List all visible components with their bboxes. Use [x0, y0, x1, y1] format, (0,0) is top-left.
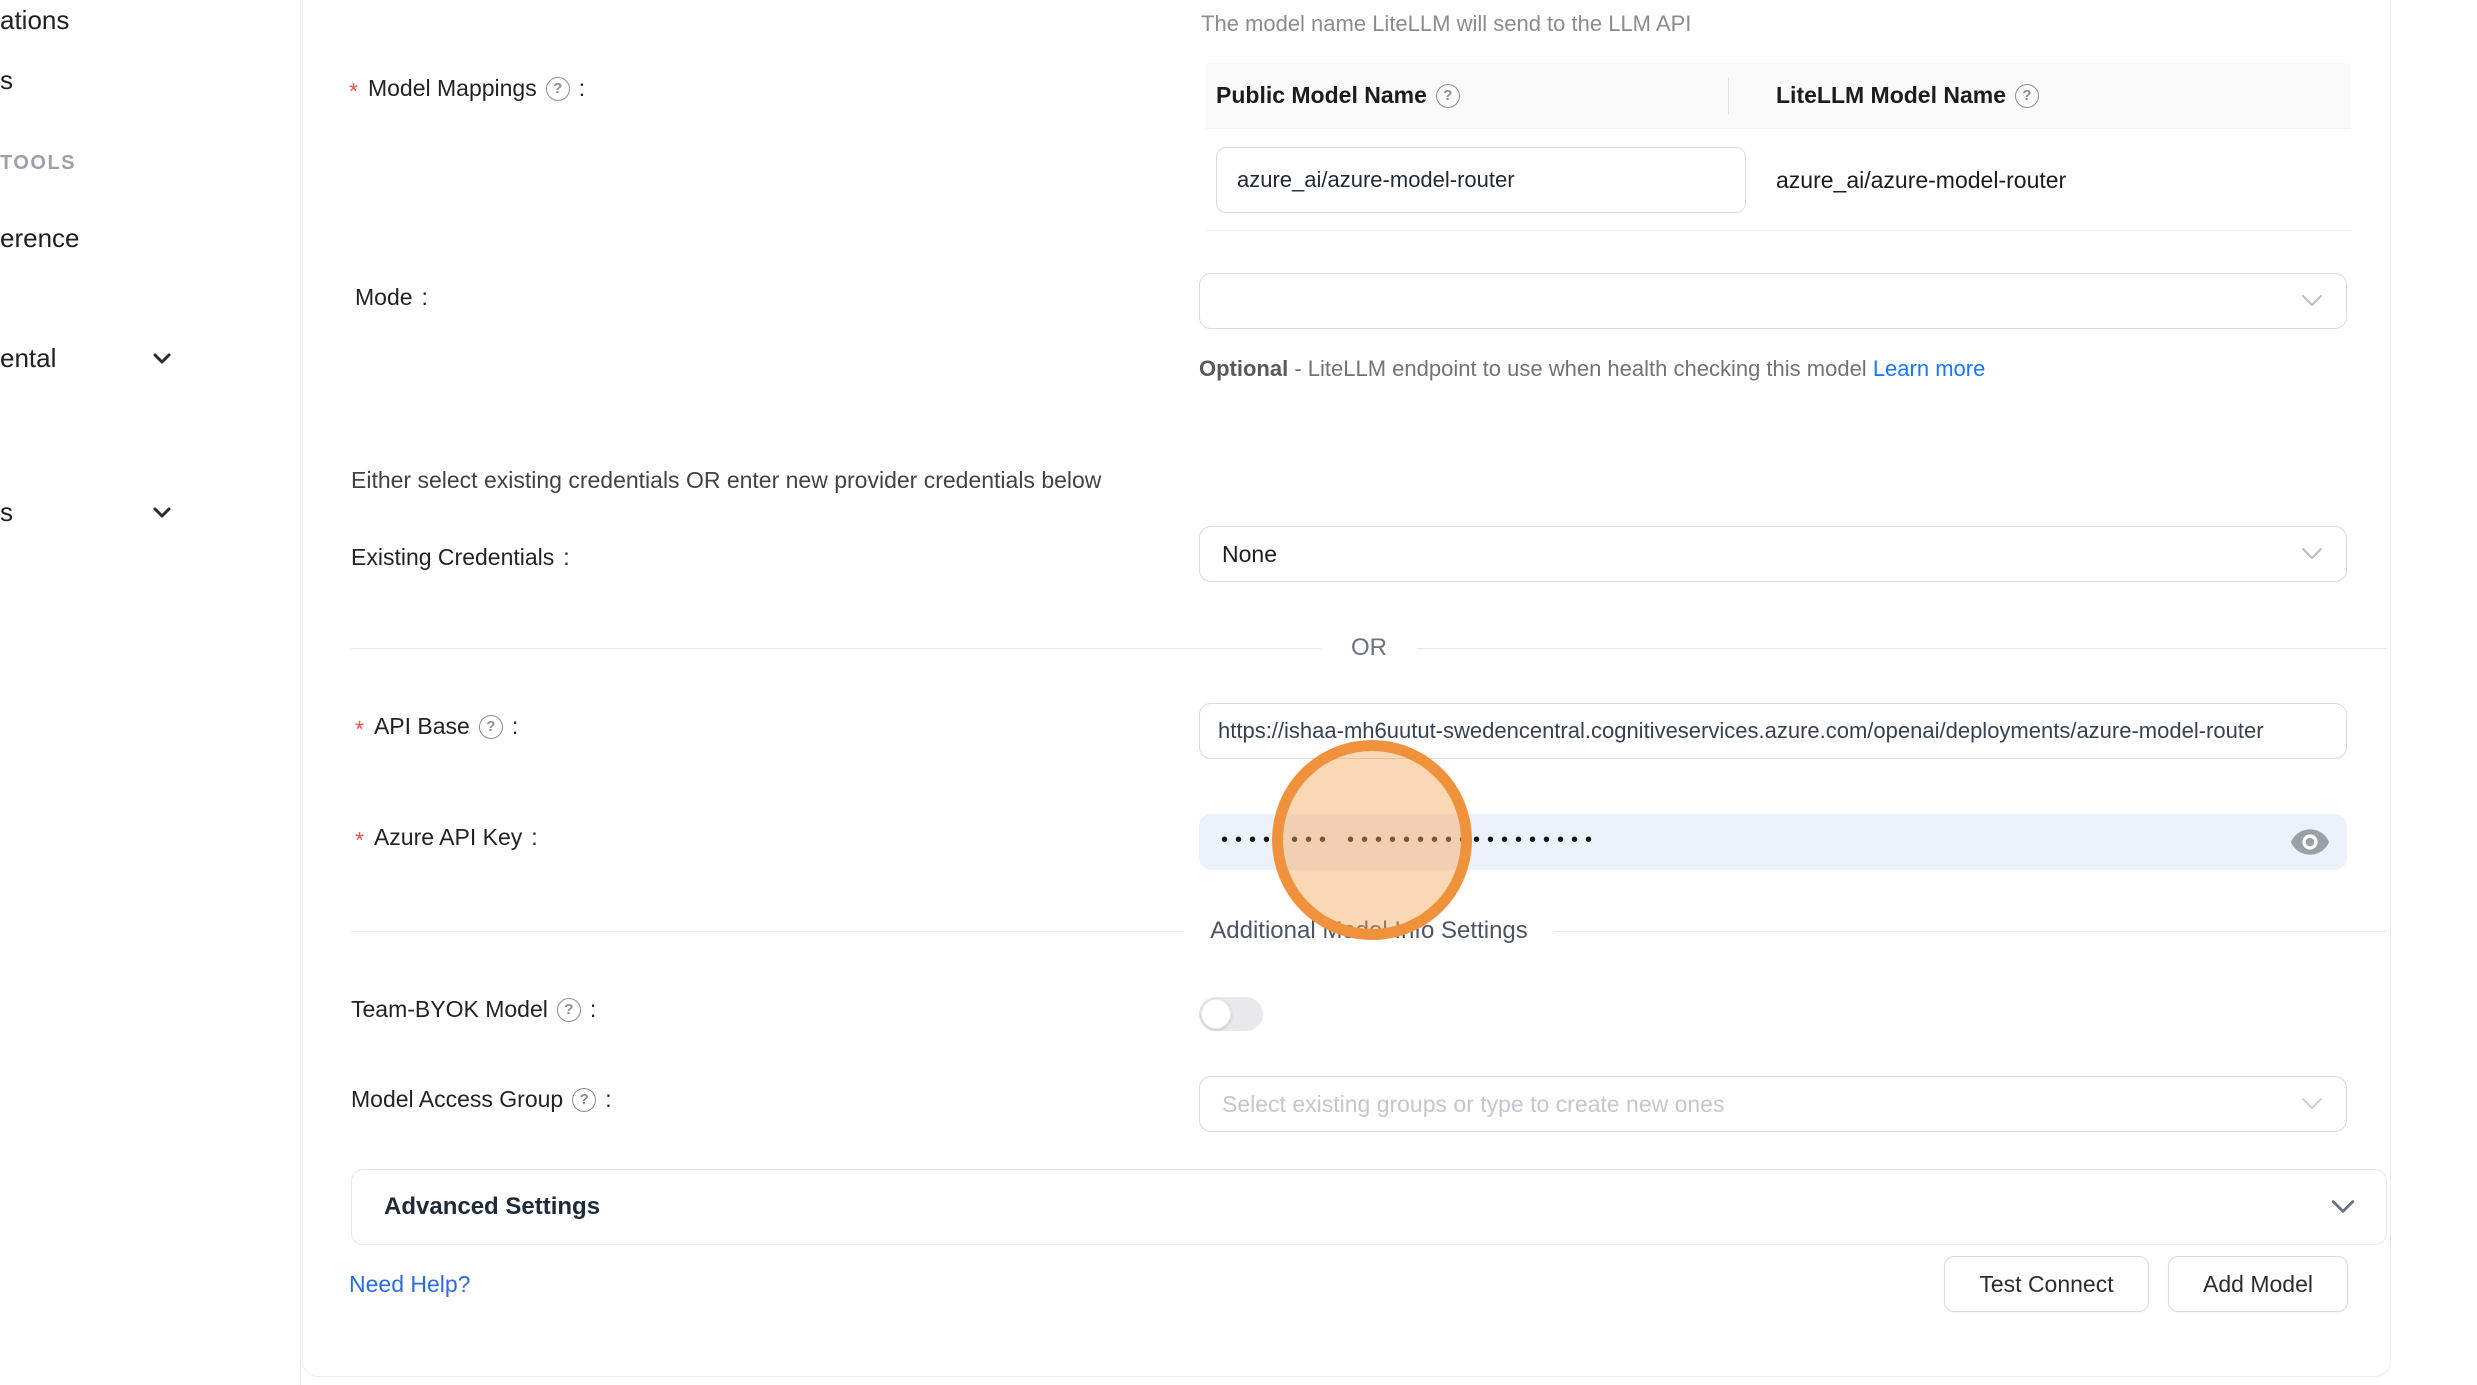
sidebar-item-label: ations — [0, 5, 69, 36]
masked-password-dots: •••••••• — [1221, 829, 1333, 852]
required-asterisk — [355, 824, 365, 851]
eye-icon[interactable] — [2291, 829, 2329, 856]
mode-label: Mode — [355, 284, 428, 311]
column-label: LiteLLM Model Name — [1776, 82, 2006, 109]
column-header-litellm-model-name: LiteLLM Model Name — [1728, 82, 2351, 109]
sidebar-item-erence[interactable]: erence — [0, 218, 80, 258]
chevron-down-icon — [2300, 293, 2324, 309]
required-asterisk — [355, 713, 365, 740]
selected-value: None — [1200, 527, 2346, 581]
or-text: OR — [1351, 634, 1387, 662]
table-header-row: Public Model Name LiteLLM Model Name — [1206, 63, 2351, 129]
placeholder-text: Select existing groups or type to create… — [1200, 1077, 2346, 1131]
column-label: Public Model Name — [1216, 82, 1427, 109]
divider-line — [351, 931, 1184, 932]
model-name-help-text: The model name LiteLLM will send to the … — [1201, 11, 1691, 37]
help-circle-icon[interactable] — [479, 715, 503, 739]
label-text: Team-BYOK Model — [351, 996, 548, 1023]
label-text: Existing Credentials — [351, 544, 554, 571]
label-text: Azure API Key — [374, 824, 522, 851]
help-text: - LiteLLM endpoint to use when health ch… — [1288, 356, 1873, 381]
divider-line — [1417, 648, 2387, 649]
model-mappings-table: Public Model Name LiteLLM Model Name azu… — [1206, 63, 2351, 231]
mode-select[interactable] — [1199, 273, 2347, 329]
column-divider — [1728, 78, 1729, 114]
api-base-input[interactable]: https://ishaa-mh6uutut-swedencentral.cog… — [1199, 703, 2347, 759]
label-text: API Base — [374, 713, 470, 740]
mode-help-text: Optional - LiteLLM endpoint to use when … — [1199, 349, 2021, 389]
chevron-down-icon — [2330, 1198, 2356, 1216]
sidebar-item-label: erence — [0, 223, 80, 254]
need-help-link[interactable]: Need Help? — [349, 1271, 470, 1298]
credentials-note: Either select existing credentials OR en… — [351, 467, 1101, 494]
divider-line — [1554, 931, 2387, 932]
sidebar-item-s2[interactable]: s — [0, 492, 13, 532]
azure-api-key-label: Azure API Key — [355, 824, 538, 851]
help-circle-icon[interactable] — [572, 1088, 596, 1112]
column-header-public-model-name: Public Model Name — [1206, 82, 1728, 109]
model-access-group-label: Model Access Group — [351, 1086, 612, 1113]
label-colon — [422, 284, 428, 311]
azure-api-key-input[interactable]: •••••••• •••••••••••••••••• — [1199, 814, 2347, 870]
sidebar-item-ental[interactable]: ental — [0, 338, 56, 378]
add-model-form-card: The model name LiteLLM will send to the … — [302, 0, 2391, 1377]
or-divider: OR — [351, 634, 2387, 662]
toggle-knob — [1201, 999, 1231, 1029]
api-base-label: API Base — [355, 713, 518, 740]
existing-credentials-label: Existing Credentials — [351, 544, 570, 571]
existing-credentials-select[interactable]: None — [1199, 526, 2347, 582]
label-text: Model Mappings — [368, 75, 537, 102]
label-colon — [590, 996, 596, 1023]
masked-password-dots: •••••••••••••••••• — [1347, 829, 1599, 852]
model-mappings-label: Model Mappings — [349, 75, 585, 102]
sidebar: ations s TOOLS erence ental s — [0, 0, 301, 1385]
chevron-down-icon[interactable] — [150, 346, 174, 370]
label-colon — [605, 1086, 611, 1113]
divider-text: Additional Model Info Settings — [1210, 917, 1528, 945]
additional-settings-divider: Additional Model Info Settings — [351, 917, 2387, 945]
label-text: Model Access Group — [351, 1086, 563, 1113]
chevron-down-icon — [2300, 546, 2324, 562]
sidebar-item-label: s — [0, 497, 13, 528]
add-model-page: ations s TOOLS erence ental s The model … — [0, 0, 2477, 1385]
chevron-down-icon[interactable] — [150, 500, 174, 524]
label-colon — [512, 713, 518, 740]
sidebar-item-ations[interactable]: ations — [0, 0, 69, 40]
team-byok-label: Team-BYOK Model — [351, 996, 596, 1023]
learn-more-link[interactable]: Learn more — [1873, 356, 1986, 381]
required-asterisk — [349, 75, 359, 102]
litellm-model-name-value: azure_ai/azure-model-router — [1776, 129, 2066, 231]
sidebar-item-s1[interactable]: s — [0, 60, 13, 100]
sidebar-item-label: ental — [0, 343, 56, 374]
test-connect-button[interactable]: Test Connect — [1944, 1256, 2149, 1312]
optional-label: Optional — [1199, 356, 1288, 381]
advanced-settings-label: Advanced Settings — [352, 1193, 600, 1221]
chevron-down-icon — [2300, 1096, 2324, 1112]
help-circle-icon[interactable] — [546, 77, 570, 101]
team-byok-toggle[interactable] — [1199, 997, 1263, 1031]
label-colon — [531, 824, 537, 851]
divider-line — [351, 648, 1321, 649]
model-access-group-select[interactable]: Select existing groups or type to create… — [1199, 1076, 2347, 1132]
table-row: azure_ai/azure-model-router azure_ai/azu… — [1206, 129, 2351, 231]
help-circle-icon[interactable] — [1436, 84, 1460, 108]
add-model-button[interactable]: Add Model — [2168, 1256, 2348, 1312]
sidebar-section-tools: TOOLS — [0, 148, 76, 178]
label-colon — [579, 75, 585, 102]
help-circle-icon[interactable] — [557, 998, 581, 1022]
advanced-settings-collapse[interactable]: Advanced Settings — [351, 1169, 2387, 1245]
sidebar-item-label: s — [0, 65, 13, 96]
label-text: Mode — [355, 284, 413, 311]
help-circle-icon[interactable] — [2015, 84, 2039, 108]
label-colon — [563, 544, 569, 571]
public-model-name-input[interactable]: azure_ai/azure-model-router — [1216, 147, 1746, 213]
sidebar-section-label: TOOLS — [0, 152, 76, 175]
